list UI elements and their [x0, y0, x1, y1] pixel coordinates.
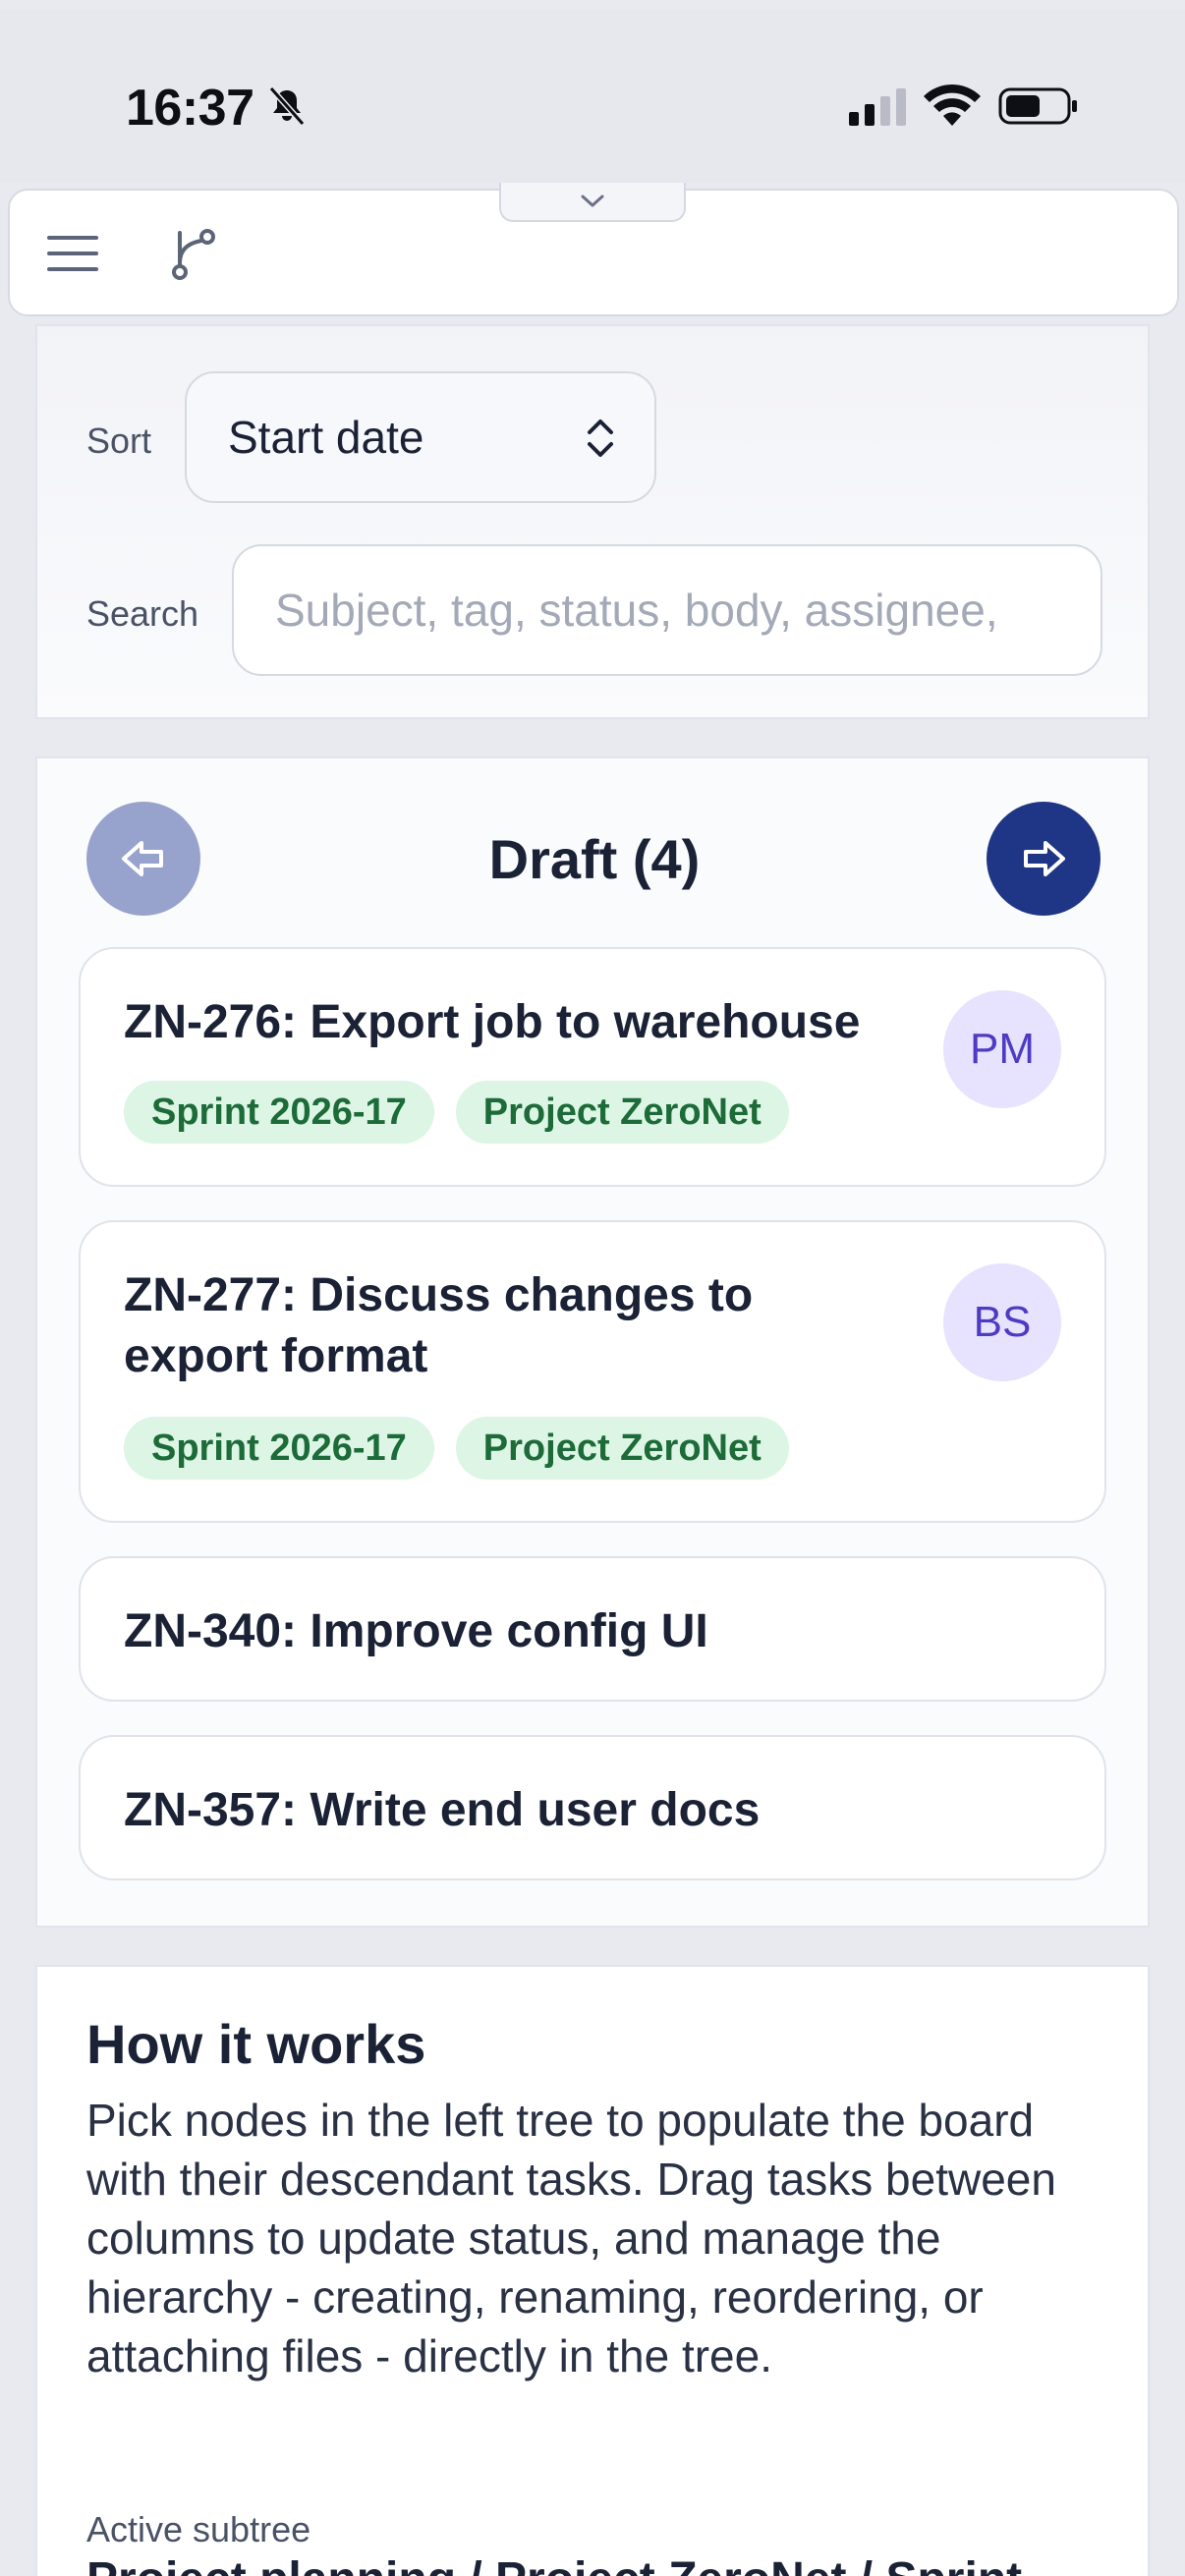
active-subtree-value: Project planning / Project ZeroNet / Spr…	[86, 2552, 1022, 2576]
task-title: ZN-357: Write end user docs	[124, 1784, 761, 1836]
filters-panel: Sort Start date Search Subject, tag, sta…	[35, 324, 1150, 719]
search-input[interactable]: Subject, tag, status, body, assignee,	[232, 544, 1102, 676]
task-card[interactable]: ZN-276: Export job to warehouse PM Sprin…	[79, 947, 1106, 1187]
status-time: 16:37	[126, 80, 254, 137]
tag-sprint[interactable]: Sprint 2026-17	[124, 1081, 434, 1144]
sort-label: Sort	[86, 420, 152, 461]
next-column-button[interactable]	[987, 802, 1100, 916]
chevron-updown-icon	[588, 420, 613, 457]
bell-slash-icon	[268, 86, 306, 126]
sort-select-value: Start date	[228, 412, 424, 463]
column-title: Draft (4)	[37, 827, 1152, 891]
tag-project[interactable]: Project ZeroNet	[455, 1417, 789, 1480]
info-body: Pick nodes in the left tree to populate …	[86, 2095, 1056, 2381]
arrow-right-icon	[1024, 841, 1065, 876]
tag-project[interactable]: Project ZeroNet	[455, 1081, 789, 1144]
active-subtree-label: Active subtree	[86, 2509, 311, 2549]
info-title: How it works	[86, 2013, 426, 2075]
task-title: ZN-340: Improve config UI	[124, 1605, 708, 1657]
avatar: BS	[943, 1263, 1061, 1381]
battery-icon	[998, 87, 1077, 125]
wifi-icon	[924, 84, 981, 126]
task-card[interactable]: ZN-340: Improve config UI	[79, 1556, 1106, 1702]
menu-icon[interactable]	[43, 224, 102, 283]
chevron-down-icon	[581, 195, 604, 207]
task-card[interactable]: ZN-277: Discuss changes to export format…	[79, 1220, 1106, 1523]
branch-icon[interactable]	[165, 224, 224, 283]
tag-list: Sprint 2026-17 Project ZeroNet	[124, 1417, 789, 1480]
tag-list: Sprint 2026-17 Project ZeroNet	[124, 1081, 789, 1144]
tag-sprint[interactable]: Sprint 2026-17	[124, 1417, 434, 1480]
task-card[interactable]: ZN-357: Write end user docs	[79, 1735, 1106, 1880]
task-title: ZN-277: Discuss changes to export format	[124, 1269, 754, 1382]
sort-select[interactable]: Start date	[185, 371, 656, 503]
kanban-column-draft: Draft (4) ZN-276: Export job to warehous…	[35, 756, 1150, 1928]
search-label: Search	[86, 593, 199, 634]
avatar: PM	[943, 990, 1061, 1108]
pull-down-tab[interactable]	[499, 183, 686, 222]
task-title: ZN-276: Export job to warehouse	[124, 996, 861, 1048]
column-title-text: Draft (4)	[488, 828, 701, 890]
cellular-signal-icon	[849, 88, 906, 126]
status-bar: 16:37	[0, 10, 1185, 183]
how-it-works-panel: How it works Pick nodes in the left tree…	[35, 1965, 1150, 2576]
